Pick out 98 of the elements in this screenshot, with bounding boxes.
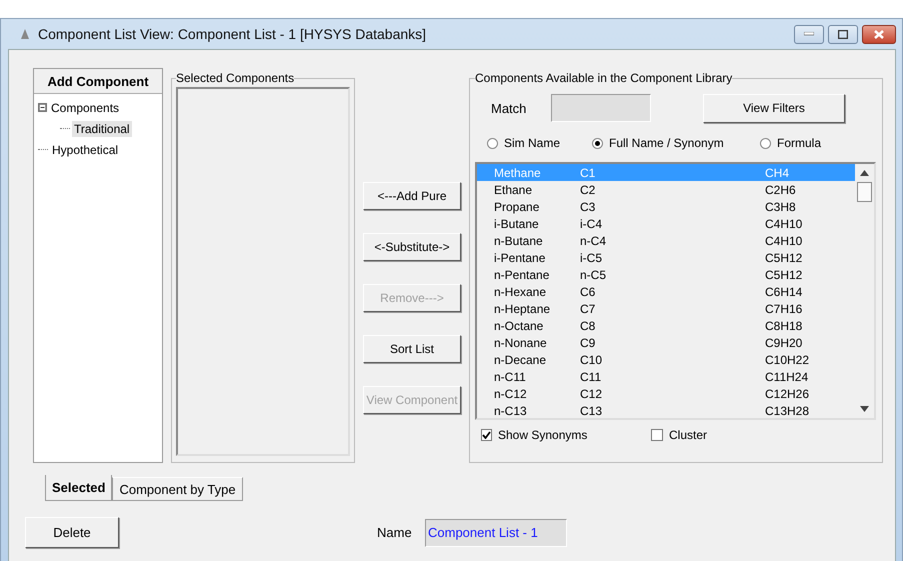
list-row[interactable]: n-Heptane C7 C7H16 bbox=[477, 300, 855, 317]
action-button[interactable]: <---Add Pure bbox=[363, 182, 461, 210]
minimize-icon bbox=[804, 32, 814, 36]
formula: C5H12 bbox=[765, 268, 804, 282]
tab[interactable]: Component by Type bbox=[112, 477, 243, 501]
component-name: n-Heptane bbox=[494, 302, 552, 316]
list-row[interactable]: Ethane C2 C2H6 bbox=[477, 181, 855, 198]
component-name: n-Decane bbox=[494, 352, 548, 366]
maximize-icon bbox=[838, 30, 848, 38]
sim-name: C9 bbox=[580, 336, 596, 350]
scroll-down-icon[interactable] bbox=[860, 406, 869, 412]
radio-label: Sim Name bbox=[504, 136, 560, 150]
component-name: Methane bbox=[494, 166, 542, 180]
component-name: n-Hexane bbox=[494, 284, 548, 298]
list-row[interactable]: n-C12 C12 C12H26 bbox=[477, 385, 855, 402]
maximize-button[interactable] bbox=[828, 24, 858, 44]
formula: C9H20 bbox=[765, 336, 804, 350]
radio-label: Full Name / Synonym bbox=[609, 136, 724, 150]
list-row[interactable]: n-Decane C10 C10H22 bbox=[477, 351, 855, 368]
sim-name: C2 bbox=[580, 182, 596, 196]
sim-name: i-C5 bbox=[580, 250, 604, 264]
formula: C4H10 bbox=[765, 216, 804, 230]
list-row[interactable]: n-C11 C11 C11H24 bbox=[477, 368, 855, 385]
component-name: Propane bbox=[494, 200, 540, 214]
component-name: n-Nonane bbox=[494, 336, 548, 350]
list-row[interactable]: Propane C3 C3H8 bbox=[477, 198, 855, 215]
list-row[interactable]: n-Pentane n-C5 C5H12 bbox=[477, 266, 855, 283]
scroll-thumb[interactable] bbox=[857, 182, 872, 202]
window-title: Component List View: Component List - 1 [HYSYS Databanks] bbox=[38, 26, 426, 42]
name-label: Name bbox=[377, 525, 413, 540]
sim-name: C3 bbox=[580, 200, 596, 214]
collapse-icon[interactable] bbox=[38, 103, 47, 112]
checkbox[interactable] bbox=[651, 429, 663, 441]
formula: C10H22 bbox=[765, 352, 810, 366]
sim-name: C6 bbox=[580, 284, 596, 298]
formula: C5H12 bbox=[765, 250, 804, 264]
list-row[interactable]: n-C13 C13 C13H28 bbox=[477, 402, 855, 418]
match-label: Match bbox=[491, 100, 528, 116]
list-row[interactable]: n-Octane C8 C8H18 bbox=[477, 317, 855, 334]
checkbox-label: Cluster bbox=[669, 428, 708, 442]
list-row[interactable]: i-Pentane i-C5 C5H12 bbox=[477, 249, 855, 266]
component-name: n-Pentane bbox=[494, 268, 550, 282]
sim-name: i-C4 bbox=[580, 216, 604, 230]
app-icon bbox=[20, 29, 30, 39]
sim-name: C8 bbox=[580, 318, 596, 332]
panel-heading: Add Component bbox=[34, 69, 162, 94]
formula: C7H16 bbox=[765, 302, 804, 316]
group-title: Selected Components bbox=[176, 71, 294, 85]
checkbox[interactable] bbox=[481, 429, 492, 441]
formula: C4H10 bbox=[765, 234, 804, 248]
component-name: n-C12 bbox=[494, 386, 528, 400]
component-name: n-C13 bbox=[494, 404, 528, 418]
formula: C13H28 bbox=[765, 404, 810, 418]
component-name: i-Pentane bbox=[494, 250, 546, 264]
sim-name: C13 bbox=[580, 404, 604, 418]
formula: C3H8 bbox=[765, 200, 797, 214]
tree-item[interactable]: Traditional bbox=[72, 120, 132, 136]
minimize-button[interactable] bbox=[794, 24, 824, 44]
radio-button[interactable] bbox=[487, 138, 498, 148]
formula: CH4 bbox=[765, 166, 790, 180]
component-name: n-Octane bbox=[494, 318, 544, 332]
formula: C2H6 bbox=[765, 182, 797, 196]
scroll-up-icon[interactable] bbox=[860, 170, 869, 176]
list-row[interactable]: n-Hexane C6 C6H14 bbox=[477, 283, 855, 300]
formula: C8H18 bbox=[765, 318, 804, 332]
tab[interactable]: Selected bbox=[45, 475, 112, 501]
sim-name: n-C4 bbox=[580, 234, 608, 248]
delete-button[interactable]: Delete bbox=[25, 517, 119, 548]
component-name: Ethane bbox=[494, 182, 534, 196]
sim-name: C1 bbox=[580, 166, 596, 180]
close-icon bbox=[874, 30, 884, 38]
radio-label: Formula bbox=[777, 136, 822, 150]
formula: C12H26 bbox=[765, 386, 810, 400]
sim-name: C10 bbox=[580, 352, 604, 366]
component-name: n-Butane bbox=[494, 234, 544, 248]
sim-name: n-C5 bbox=[580, 268, 608, 282]
formula: C6H14 bbox=[765, 284, 804, 298]
component-name: i-Butane bbox=[494, 216, 540, 230]
sim-name: C12 bbox=[580, 386, 604, 400]
action-button[interactable]: Sort List bbox=[363, 335, 461, 363]
match-field[interactable] bbox=[551, 94, 651, 122]
tree-item[interactable]: Hypothetical bbox=[50, 142, 120, 158]
group-title: Components Available in the Component Library bbox=[475, 71, 732, 85]
name-field[interactable]: Component List - 1 bbox=[425, 518, 567, 546]
sim-name: C7 bbox=[580, 302, 596, 316]
list-row[interactable]: i-Butane i-C4 C4H10 bbox=[477, 215, 855, 232]
tree-item[interactable]: Components bbox=[49, 100, 122, 116]
list-row[interactable]: n-Butane n-C4 C4H10 bbox=[477, 232, 855, 249]
checkbox-label: Show Synonyms bbox=[498, 428, 588, 442]
radio-button[interactable] bbox=[760, 138, 771, 148]
formula: C11H24 bbox=[765, 370, 810, 384]
radio-button[interactable] bbox=[592, 138, 603, 148]
sim-name: C11 bbox=[580, 370, 602, 384]
list-row[interactable]: n-Nonane C9 C9H20 bbox=[477, 334, 855, 351]
view-filters-button[interactable]: View Filters bbox=[703, 94, 845, 122]
component-name: n-C11 bbox=[494, 370, 527, 384]
close-button[interactable] bbox=[862, 24, 896, 44]
action-button[interactable]: <-Substitute-> bbox=[363, 233, 461, 261]
